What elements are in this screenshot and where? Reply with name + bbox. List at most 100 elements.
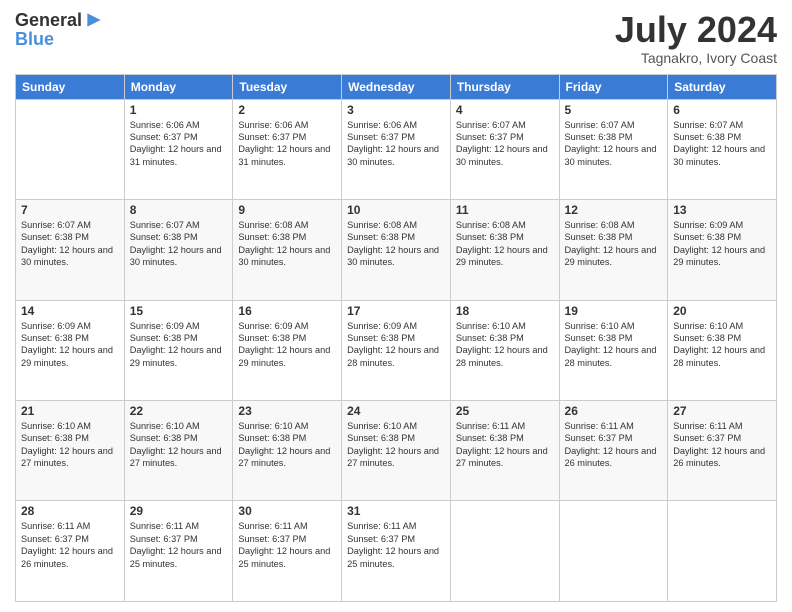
table-cell: 14 Sunrise: 6:09 AMSunset: 6:38 PMDayligh… [16,300,125,400]
cell-info: Sunrise: 6:09 AMSunset: 6:38 PMDaylight:… [21,320,119,370]
cell-info: Sunrise: 6:11 AMSunset: 6:38 PMDaylight:… [456,420,554,470]
day-number: 27 [673,404,771,418]
day-number: 24 [347,404,445,418]
month-title: July 2024 [615,10,777,50]
page: General Blue July 2024 Tagnakro, Ivory C… [0,0,792,612]
cell-info: Sunrise: 6:11 AMSunset: 6:37 PMDaylight:… [347,520,445,570]
table-cell: 27 Sunrise: 6:11 AMSunset: 6:37 PMDayligh… [668,401,777,501]
cell-info: Sunrise: 6:08 AMSunset: 6:38 PMDaylight:… [456,219,554,269]
calendar-table: Sunday Monday Tuesday Wednesday Thursday… [15,74,777,602]
day-number: 20 [673,304,771,318]
table-cell: 15 Sunrise: 6:09 AMSunset: 6:38 PMDayligh… [124,300,233,400]
table-cell: 16Sunrise: 6:09 AMSunset: 6:38 PMDayligh… [233,300,342,400]
cell-info: Sunrise: 6:07 AMSunset: 6:37 PMDaylight:… [456,119,554,169]
table-cell: 21 Sunrise: 6:10 AMSunset: 6:38 PMDayligh… [16,401,125,501]
cell-info: Sunrise: 6:06 AMSunset: 6:37 PMDaylight:… [347,119,445,169]
table-cell: 3 Sunrise: 6:06 AMSunset: 6:37 PMDaylight… [342,99,451,199]
day-number: 29 [130,504,228,518]
calendar-week-row: 14 Sunrise: 6:09 AMSunset: 6:38 PMDayligh… [16,300,777,400]
day-number: 16 [238,304,336,318]
day-number: 11 [456,203,554,217]
col-thursday: Thursday [450,74,559,99]
logo: General Blue [15,10,104,48]
day-number: 25 [456,404,554,418]
table-cell [16,99,125,199]
table-cell: 5Sunrise: 6:07 AMSunset: 6:38 PMDaylight… [559,99,668,199]
calendar-week-row: 21 Sunrise: 6:10 AMSunset: 6:38 PMDayligh… [16,401,777,501]
title-area: July 2024 Tagnakro, Ivory Coast [615,10,777,66]
day-number: 15 [130,304,228,318]
col-wednesday: Wednesday [342,74,451,99]
table-cell: 29 Sunrise: 6:11 AMSunset: 6:37 PMDayligh… [124,501,233,602]
cell-info: Sunrise: 6:11 AMSunset: 6:37 PMDaylight:… [673,420,771,470]
table-cell: 18Sunrise: 6:10 AMSunset: 6:38 PMDayligh… [450,300,559,400]
cell-info: Sunrise: 6:09 AMSunset: 6:38 PMDaylight:… [673,219,771,269]
location: Tagnakro, Ivory Coast [615,50,777,66]
day-number: 28 [21,504,119,518]
table-cell: 9 Sunrise: 6:08 AMSunset: 6:38 PMDaylight… [233,200,342,300]
cell-info: Sunrise: 6:10 AMSunset: 6:38 PMDaylight:… [347,420,445,470]
cell-info: Sunrise: 6:10 AMSunset: 6:38 PMDaylight:… [456,320,554,370]
table-cell: 12Sunrise: 6:08 AMSunset: 6:38 PMDayligh… [559,200,668,300]
day-number: 21 [21,404,119,418]
cell-info: Sunrise: 6:09 AMSunset: 6:38 PMDaylight:… [347,320,445,370]
day-number: 3 [347,103,445,117]
cell-info: Sunrise: 6:10 AMSunset: 6:38 PMDaylight:… [565,320,663,370]
calendar-week-row: 1 Sunrise: 6:06 AMSunset: 6:37 PMDaylight… [16,99,777,199]
table-cell: 22Sunrise: 6:10 AMSunset: 6:38 PMDayligh… [124,401,233,501]
day-number: 14 [21,304,119,318]
cell-info: Sunrise: 6:06 AMSunset: 6:37 PMDaylight:… [238,119,336,169]
table-cell: 1 Sunrise: 6:06 AMSunset: 6:37 PMDaylight… [124,99,233,199]
cell-info: Sunrise: 6:11 AMSunset: 6:37 PMDaylight:… [130,520,228,570]
day-number: 30 [238,504,336,518]
day-number: 5 [565,103,663,117]
table-cell: 26Sunrise: 6:11 AMSunset: 6:37 PMDayligh… [559,401,668,501]
day-number: 9 [238,203,336,217]
col-tuesday: Tuesday [233,74,342,99]
calendar-header-row: Sunday Monday Tuesday Wednesday Thursday… [16,74,777,99]
calendar-week-row: 7 Sunrise: 6:07 AMSunset: 6:38 PMDaylight… [16,200,777,300]
table-cell: 30Sunrise: 6:11 AMSunset: 6:37 PMDayligh… [233,501,342,602]
logo-general: General [15,11,82,29]
cell-info: Sunrise: 6:06 AMSunset: 6:37 PMDaylight:… [130,119,228,169]
table-cell: 20 Sunrise: 6:10 AMSunset: 6:38 PMDayligh… [668,300,777,400]
day-number: 31 [347,504,445,518]
day-number: 7 [21,203,119,217]
day-number: 10 [347,203,445,217]
cell-info: Sunrise: 6:08 AMSunset: 6:38 PMDaylight:… [238,219,336,269]
day-number: 1 [130,103,228,117]
table-cell: 24 Sunrise: 6:10 AMSunset: 6:38 PMDayligh… [342,401,451,501]
cell-info: Sunrise: 6:10 AMSunset: 6:38 PMDaylight:… [238,420,336,470]
cell-info: Sunrise: 6:07 AMSunset: 6:38 PMDaylight:… [130,219,228,269]
day-number: 19 [565,304,663,318]
table-cell: 28 Sunrise: 6:11 AMSunset: 6:37 PMDayligh… [16,501,125,602]
day-number: 22 [130,404,228,418]
logo-blue: Blue [15,30,54,48]
table-cell: 25 Sunrise: 6:11 AMSunset: 6:38 PMDayligh… [450,401,559,501]
table-cell [450,501,559,602]
table-cell: 11 Sunrise: 6:08 AMSunset: 6:38 PMDayligh… [450,200,559,300]
table-cell: 4 Sunrise: 6:07 AMSunset: 6:37 PMDaylight… [450,99,559,199]
table-cell [668,501,777,602]
calendar-week-row: 28 Sunrise: 6:11 AMSunset: 6:37 PMDayligh… [16,501,777,602]
table-cell: 2Sunrise: 6:06 AMSunset: 6:37 PMDaylight… [233,99,342,199]
table-cell [559,501,668,602]
table-cell: 8 Sunrise: 6:07 AMSunset: 6:38 PMDaylight… [124,200,233,300]
cell-info: Sunrise: 6:07 AMSunset: 6:38 PMDaylight:… [21,219,119,269]
day-number: 8 [130,203,228,217]
day-number: 17 [347,304,445,318]
cell-info: Sunrise: 6:08 AMSunset: 6:38 PMDaylight:… [347,219,445,269]
table-cell: 19 Sunrise: 6:10 AMSunset: 6:38 PMDayligh… [559,300,668,400]
col-sunday: Sunday [16,74,125,99]
day-number: 12 [565,203,663,217]
cell-info: Sunrise: 6:10 AMSunset: 6:38 PMDaylight:… [673,320,771,370]
cell-info: Sunrise: 6:11 AMSunset: 6:37 PMDaylight:… [565,420,663,470]
day-number: 4 [456,103,554,117]
cell-info: Sunrise: 6:09 AMSunset: 6:38 PMDaylight:… [130,320,228,370]
day-number: 6 [673,103,771,117]
header: General Blue July 2024 Tagnakro, Ivory C… [15,10,777,66]
cell-info: Sunrise: 6:10 AMSunset: 6:38 PMDaylight:… [21,420,119,470]
table-cell: 23Sunrise: 6:10 AMSunset: 6:38 PMDayligh… [233,401,342,501]
cell-info: Sunrise: 6:11 AMSunset: 6:37 PMDaylight:… [21,520,119,570]
col-friday: Friday [559,74,668,99]
